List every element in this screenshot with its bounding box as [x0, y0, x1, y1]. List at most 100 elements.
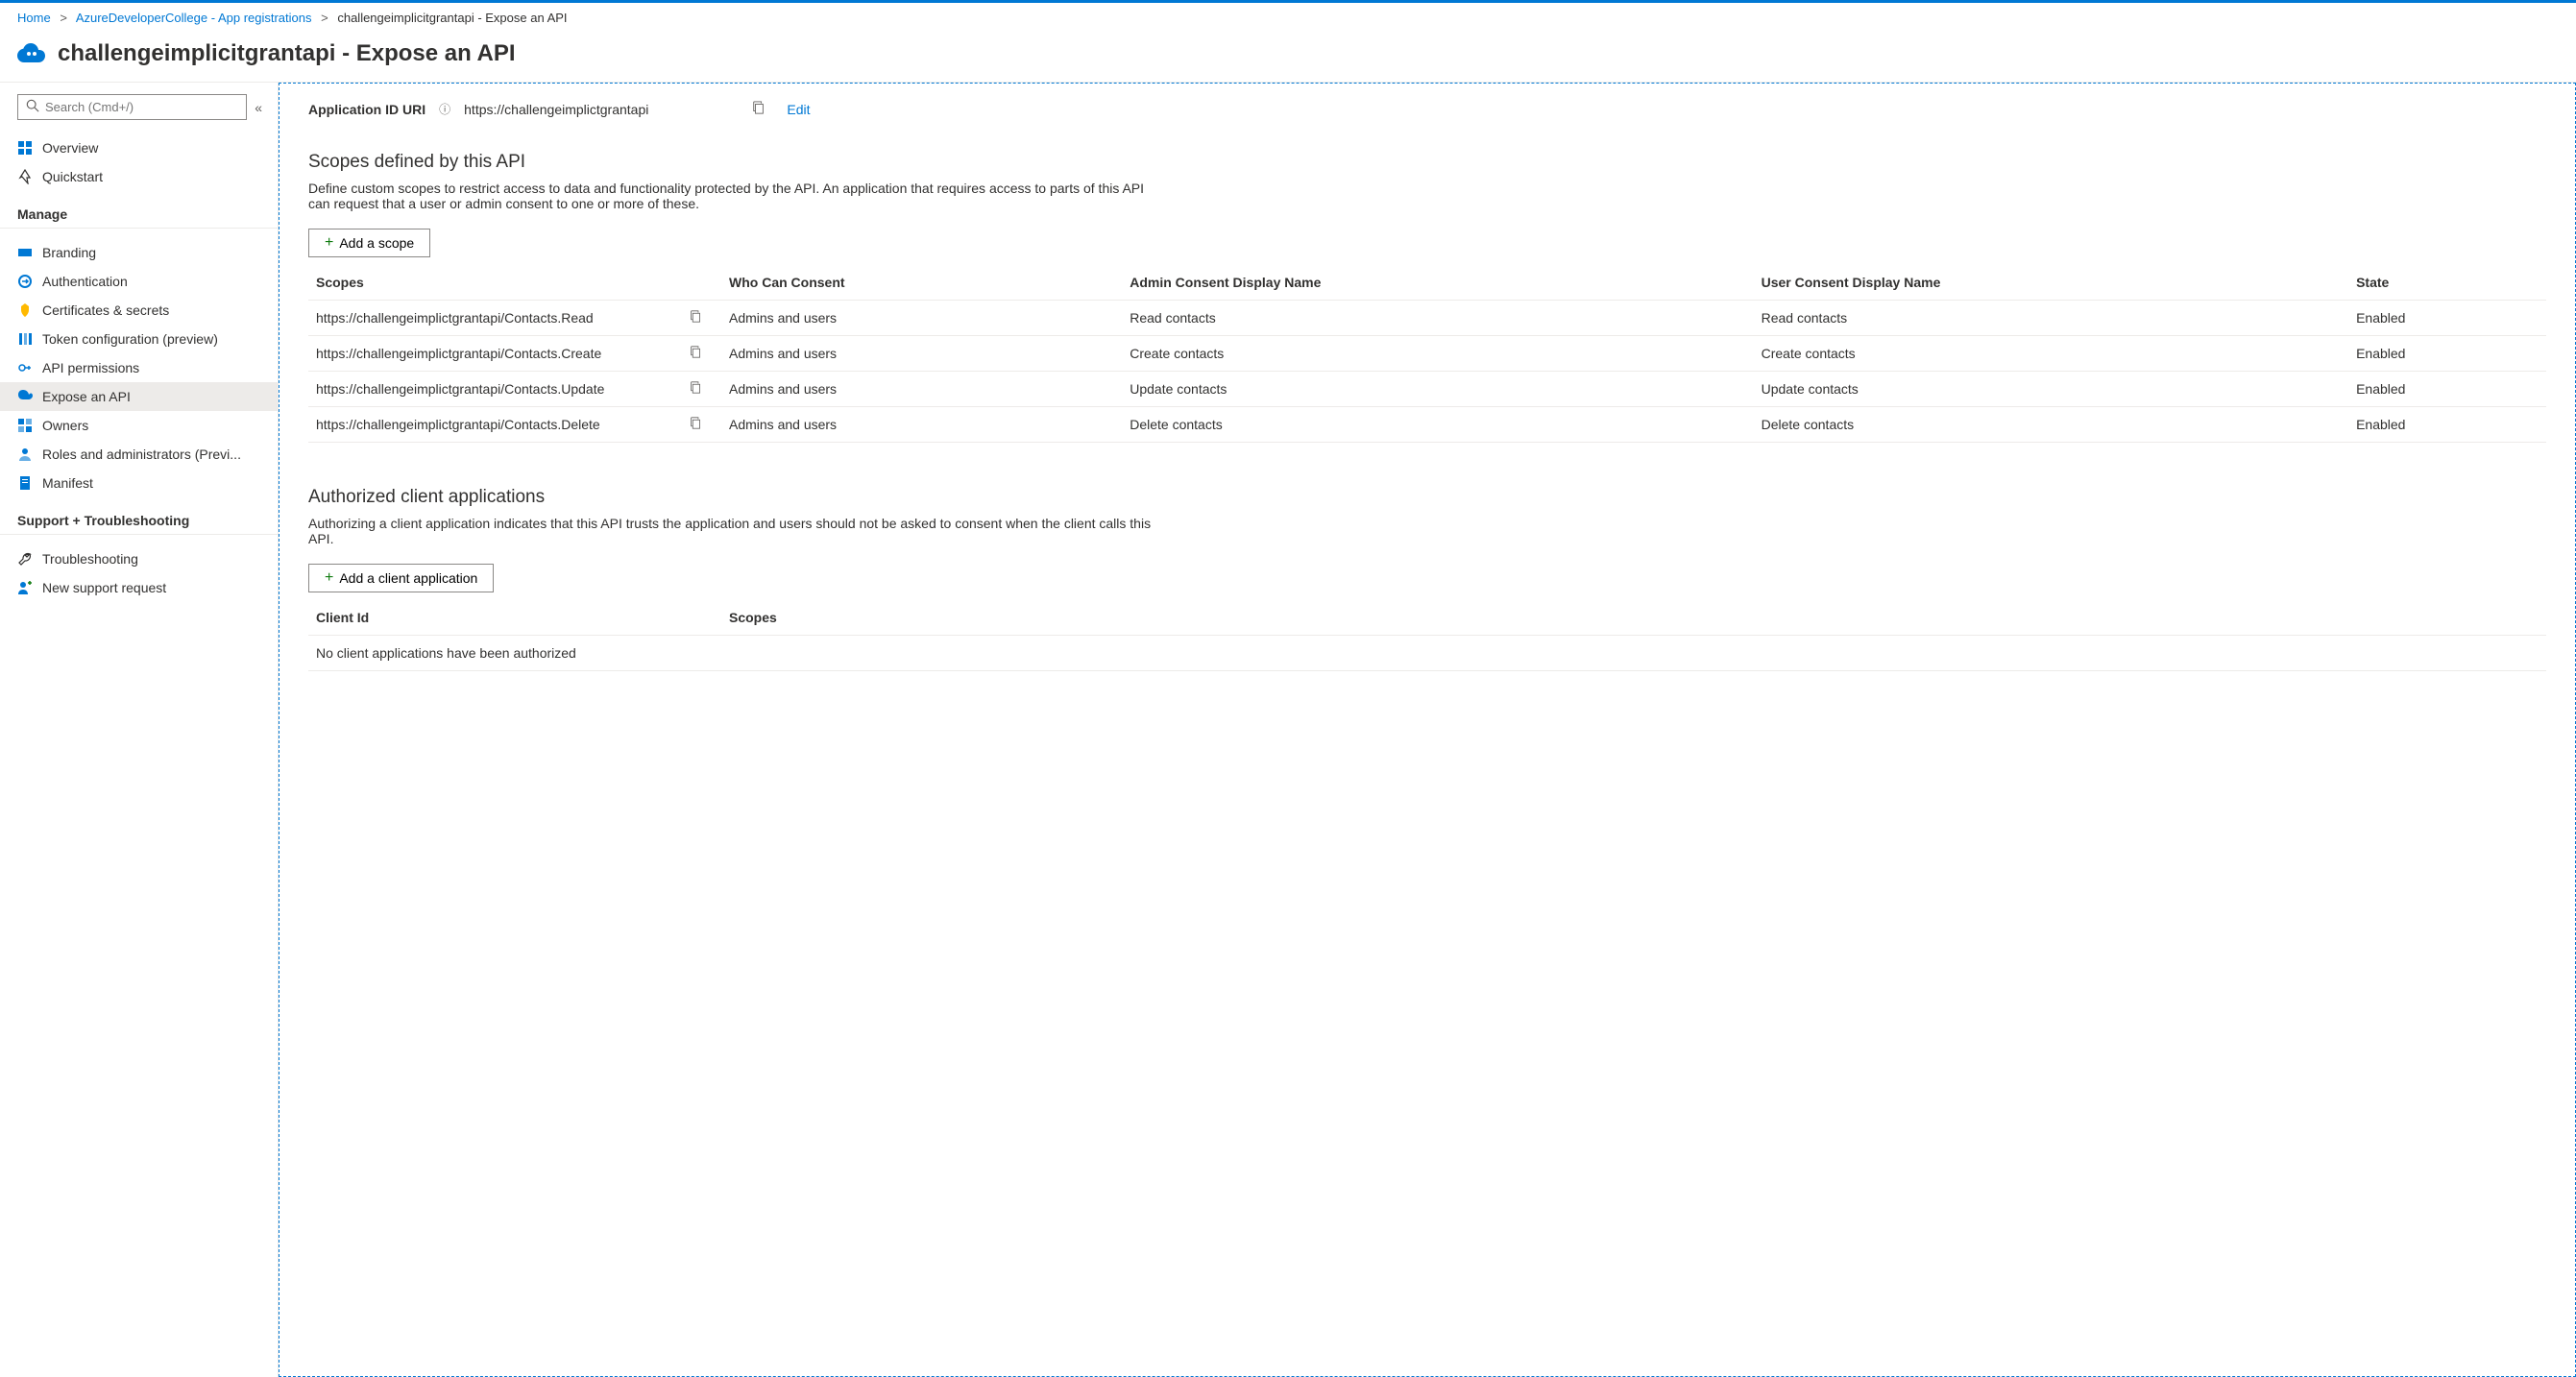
manifest-icon — [17, 475, 33, 491]
scope-user-display: Create contacts — [1754, 336, 2348, 372]
col-state: State — [2348, 265, 2546, 301]
add-client-app-button[interactable]: + Add a client application — [308, 564, 494, 592]
scopes-section-title: Scopes defined by this API — [308, 152, 2546, 173]
scope-row[interactable]: https://challengeimplictgrantapi/Contact… — [308, 407, 2546, 443]
scope-user-display: Delete contacts — [1754, 407, 2348, 443]
sidebar-heading-support: Support + Troubleshooting — [0, 503, 278, 535]
scope-admin-display: Update contacts — [1122, 372, 1753, 407]
sidebar-item-label: Branding — [42, 245, 96, 260]
sidebar-item-label: Owners — [42, 418, 88, 433]
sidebar-item-label: API permissions — [42, 360, 139, 375]
sidebar-item-manifest[interactable]: Manifest — [0, 469, 278, 497]
copy-icon[interactable] — [690, 346, 702, 361]
sidebar-item-label: Token configuration (preview) — [42, 331, 218, 347]
edit-link[interactable]: Edit — [787, 102, 810, 117]
col-client-scopes: Scopes — [721, 600, 2546, 636]
sidebar-item-label: Troubleshooting — [42, 551, 138, 567]
breadcrumb-home[interactable]: Home — [17, 11, 51, 25]
info-icon[interactable]: ⓘ — [439, 101, 450, 117]
breadcrumb: Home > AzureDeveloperCollege - App regis… — [0, 3, 2576, 34]
branding-icon — [17, 245, 33, 260]
copy-icon[interactable] — [690, 417, 702, 432]
sidebar: « Overview Quickstart Manage Branding Auth… — [0, 83, 279, 1377]
copy-icon[interactable] — [690, 381, 702, 397]
sidebar-item-label: Authentication — [42, 274, 128, 289]
sidebar-item-new-support-request[interactable]: New support request — [0, 573, 278, 602]
scope-admin-display: Create contacts — [1122, 336, 1753, 372]
troubleshooting-icon — [17, 551, 33, 567]
sidebar-item-expose-an-api[interactable]: Expose an API — [0, 382, 278, 411]
sidebar-item-label: Overview — [42, 140, 98, 156]
scope-admin-display: Read contacts — [1122, 301, 1753, 336]
sidebar-item-label: Manifest — [42, 475, 93, 491]
page-header: challengeimplicitgrantapi - Expose an AP… — [0, 34, 2576, 83]
scope-user-display: Update contacts — [1754, 372, 2348, 407]
sidebar-item-label: Quickstart — [42, 169, 103, 184]
sidebar-item-label: New support request — [42, 580, 166, 595]
sidebar-heading-manage: Manage — [0, 197, 278, 229]
scope-uri: https://challengeimplictgrantapi/Contact… — [316, 346, 601, 361]
scope-uri: https://challengeimplictgrantapi/Contact… — [316, 417, 600, 432]
sidebar-item-authentication[interactable]: Authentication — [0, 267, 278, 296]
sidebar-item-troubleshooting[interactable]: Troubleshooting — [0, 544, 278, 573]
add-client-label: Add a client application — [339, 570, 477, 586]
scope-who: Admins and users — [721, 407, 1122, 443]
scope-row[interactable]: https://challengeimplictgrantapi/Contact… — [308, 301, 2546, 336]
scope-uri: https://challengeimplictgrantapi/Contact… — [316, 310, 594, 326]
app-id-uri-value: https://challengeimplictgrantapi — [464, 102, 648, 117]
authentication-icon — [17, 274, 33, 289]
plus-icon: + — [325, 234, 333, 252]
scope-who: Admins and users — [721, 372, 1122, 407]
token-configuration-preview--icon — [17, 331, 33, 347]
search-box[interactable] — [17, 94, 247, 120]
sidebar-item-label: Roles and administrators (Previ... — [42, 447, 241, 462]
app-id-uri-label: Application ID URI — [308, 102, 425, 117]
scope-state: Enabled — [2348, 301, 2546, 336]
sidebar-item-token-configuration-preview-[interactable]: Token configuration (preview) — [0, 325, 278, 353]
scope-row[interactable]: https://challengeimplictgrantapi/Contact… — [308, 372, 2546, 407]
empty-clients-text: No client applications have been authori… — [308, 636, 2546, 671]
sidebar-item-label: Certificates & secrets — [42, 302, 169, 318]
scope-who: Admins and users — [721, 336, 1122, 372]
sidebar-item-owners[interactable]: Owners — [0, 411, 278, 440]
sidebar-item-quickstart[interactable]: Quickstart — [0, 162, 278, 191]
main-content: Application ID URI ⓘ https://challengeim… — [279, 83, 2576, 1377]
scope-row[interactable]: https://challengeimplictgrantapi/Contact… — [308, 336, 2546, 372]
owners-icon — [17, 418, 33, 433]
sidebar-item-api-permissions[interactable]: API permissions — [0, 353, 278, 382]
scopes-section-desc: Define custom scopes to restrict access … — [308, 181, 1154, 211]
plus-icon: + — [325, 569, 333, 587]
col-user-display: User Consent Display Name — [1754, 265, 2348, 301]
clients-section-title: Authorized client applications — [308, 487, 2546, 508]
application-id-uri-row: Application ID URI ⓘ https://challengeim… — [308, 101, 2546, 117]
col-admin-display: Admin Consent Display Name — [1122, 265, 1753, 301]
col-client-id: Client Id — [308, 600, 721, 636]
sidebar-item-overview[interactable]: Overview — [0, 133, 278, 162]
sidebar-item-certificates-secrets[interactable]: Certificates & secrets — [0, 296, 278, 325]
copy-icon[interactable] — [752, 101, 766, 117]
cloud-app-icon — [17, 39, 46, 68]
chevron-right-icon: > — [321, 11, 328, 25]
sidebar-item-roles-and-administrators-previ-[interactable]: Roles and administrators (Previ... — [0, 440, 278, 469]
col-scopes: Scopes — [308, 265, 721, 301]
search-input[interactable] — [45, 100, 238, 114]
clients-table: Client Id Scopes No client applications … — [308, 600, 2546, 671]
scopes-table: Scopes Who Can Consent Admin Consent Dis… — [308, 265, 2546, 443]
add-scope-button[interactable]: + Add a scope — [308, 229, 430, 257]
quickstart-icon — [17, 169, 33, 184]
scope-uri: https://challengeimplictgrantapi/Contact… — [316, 381, 604, 397]
certificates-secrets-icon — [17, 302, 33, 318]
copy-icon[interactable] — [690, 310, 702, 326]
scope-who: Admins and users — [721, 301, 1122, 336]
scope-admin-display: Delete contacts — [1122, 407, 1753, 443]
sidebar-item-branding[interactable]: Branding — [0, 238, 278, 267]
new-support-request-icon — [17, 580, 33, 595]
scope-state: Enabled — [2348, 407, 2546, 443]
breadcrumb-level1[interactable]: AzureDeveloperCollege - App registration… — [76, 11, 312, 25]
page-title: challengeimplicitgrantapi - Expose an AP… — [58, 40, 516, 67]
sidebar-item-label: Expose an API — [42, 389, 131, 404]
collapse-sidebar-icon[interactable]: « — [255, 100, 262, 115]
roles-and-administrators-previ--icon — [17, 447, 33, 462]
empty-clients-row: No client applications have been authori… — [308, 636, 2546, 671]
expose-an-api-icon — [17, 389, 33, 404]
